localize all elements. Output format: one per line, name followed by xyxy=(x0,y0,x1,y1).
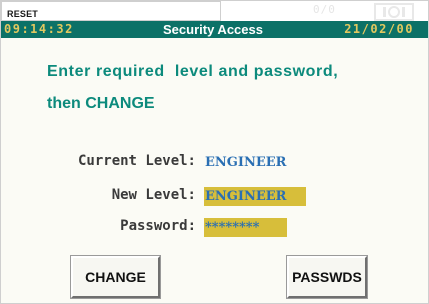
security-access-screen: RESET 0/0 09:14:32 Security Access 21/02… xyxy=(0,0,429,304)
alarm-indicator[interactable]: 0/0 xyxy=(221,1,428,21)
clock-time: 09:14:32 xyxy=(4,22,74,36)
new-level-label: New Level: xyxy=(111,187,196,203)
password-field[interactable]: ******** xyxy=(204,218,287,237)
current-level-label: Current Level: xyxy=(77,153,196,169)
instruction-line-1: Enter required level and password, xyxy=(47,63,339,80)
reset-label: RESET xyxy=(7,9,39,19)
new-level-field[interactable]: ENGINEER xyxy=(204,187,306,206)
page-title: Security Access xyxy=(163,22,263,37)
alarm-bell-icon xyxy=(374,3,414,21)
top-strip: RESET 0/0 xyxy=(1,1,428,21)
title-bar: 09:14:32 Security Access 21/02/00 xyxy=(1,21,428,38)
password-label: Password: xyxy=(120,218,196,234)
instruction-line-2: then CHANGE xyxy=(47,95,155,112)
reset-button[interactable]: RESET xyxy=(1,1,221,21)
clock-date: 21/02/00 xyxy=(344,22,414,36)
passwds-button[interactable]: PASSWDS xyxy=(287,256,367,298)
current-level-value: ENGINEER xyxy=(205,155,287,170)
alarm-count: 0/0 xyxy=(313,3,336,16)
change-button[interactable]: CHANGE xyxy=(71,256,160,298)
